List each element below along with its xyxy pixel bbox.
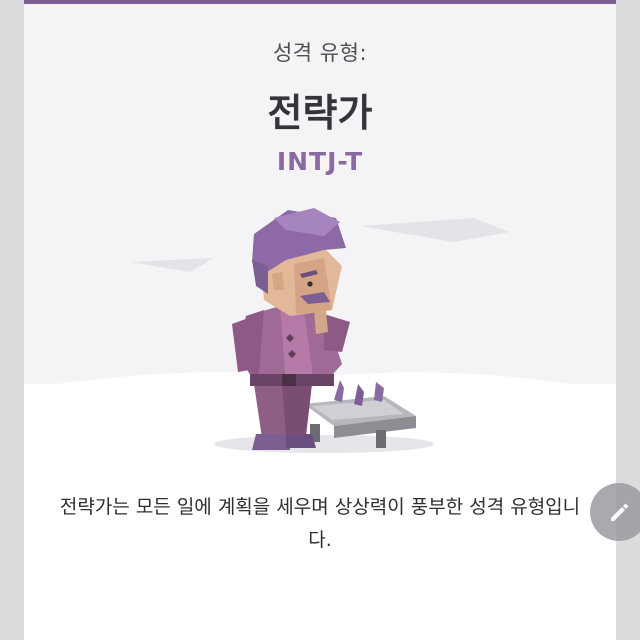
personality-description: 전략가는 모든 일에 계획을 세우며 상상력이 풍부한 성격 유형입니다. (59, 496, 581, 551)
personality-type-title: 전략가 (267, 91, 373, 135)
personality-type-prefix: 성격 유형: (272, 41, 368, 65)
personality-card: 성격 유형: 전략가 INTJ-T 전략가는 모든 일에 계획을 세우며 상상력… (24, 0, 616, 640)
cloud-left (130, 258, 214, 272)
edit-button[interactable] (590, 483, 640, 541)
strategist-illustration (24, 208, 616, 474)
pencil-icon (611, 503, 629, 521)
personality-type-code: INTJ-T (276, 147, 364, 176)
cloud-right (360, 218, 509, 242)
